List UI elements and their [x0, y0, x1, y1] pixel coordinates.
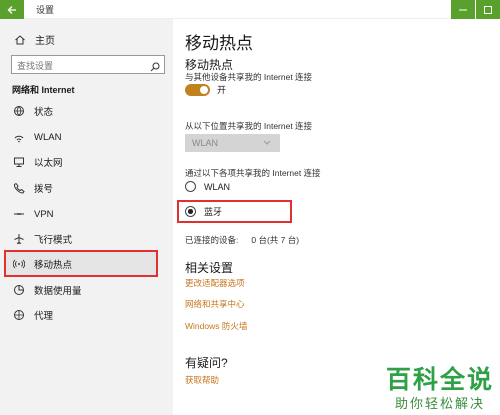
- sidebar-item-label: VPN: [34, 208, 54, 220]
- phone-icon: [12, 181, 26, 195]
- share-from-label: 从以下位置共享我的 Internet 连接: [185, 121, 313, 131]
- link-adapter-options[interactable]: 更改适配器选项: [185, 277, 245, 289]
- hotspot-toggle-row: 开: [185, 83, 226, 96]
- sidebar-item-dialup[interactable]: 拨号: [5, 176, 157, 200]
- watermark: 百科全说 助你轻松解决: [385, 365, 494, 412]
- radio-bluetooth[interactable]: 蓝牙: [185, 205, 222, 218]
- link-network-sharing-center[interactable]: 网络和共享中心: [185, 298, 245, 310]
- sidebar-home[interactable]: 主页: [14, 32, 55, 47]
- sidebar-item-label: 拨号: [34, 184, 54, 195]
- sidebar-item-airplane[interactable]: 飞行模式: [5, 227, 157, 251]
- title-bar: 设置: [0, 0, 500, 19]
- sidebar-item-label: 状态: [34, 107, 54, 118]
- radio-label: 蓝牙: [204, 207, 223, 217]
- window-controls: [450, 0, 500, 19]
- sidebar-item-label: 数据使用量: [34, 286, 82, 297]
- chevron-down-icon: [263, 140, 271, 145]
- dropdown-value: WLAN: [192, 138, 219, 148]
- sidebar-item-label: WLAN: [34, 131, 62, 143]
- home-label: 主页: [35, 36, 55, 47]
- sidebar-item-proxy[interactable]: 代理: [5, 303, 157, 327]
- sidebar-item-status[interactable]: 状态: [5, 99, 157, 123]
- question-title: 有疑问?: [185, 356, 228, 370]
- sidebar-item-label: 移动热点: [34, 259, 73, 271]
- airplane-icon: [12, 232, 26, 246]
- toggle-state-label: 开: [217, 85, 227, 95]
- radio-label: WLAN: [204, 181, 231, 192]
- sidebar-item-ethernet[interactable]: 以太网: [5, 150, 157, 174]
- radio-button[interactable]: [185, 181, 196, 192]
- connected-count: 0 台(共 7 台): [251, 235, 300, 245]
- sidebar-item-label: 以太网: [34, 158, 63, 169]
- ethernet-icon: [12, 155, 26, 169]
- watermark-title: 百科全说: [385, 365, 494, 394]
- maximize-button[interactable]: [476, 0, 500, 19]
- connected-devices: 已连接的设备: 0 台(共 7 台): [185, 234, 299, 246]
- link-get-help[interactable]: 获取帮助: [185, 374, 219, 386]
- search-input[interactable]: [12, 57, 140, 75]
- back-arrow-icon: [7, 5, 16, 14]
- maximize-icon: [484, 5, 492, 14]
- search-icon[interactable]: [150, 59, 160, 77]
- connected-label: 已连接的设备:: [185, 235, 239, 245]
- link-windows-firewall[interactable]: Windows 防火墙: [185, 320, 247, 332]
- hotspot-toggle[interactable]: [185, 83, 210, 96]
- share-to-label: 通过以下各项共享我的 Internet 连接: [185, 168, 321, 178]
- minimize-button[interactable]: [451, 0, 475, 19]
- sidebar-item-label: 代理: [34, 311, 54, 322]
- sidebar-item-wlan[interactable]: WLAN: [5, 125, 157, 149]
- window-title: 设置: [36, 5, 55, 15]
- radio-button-checked[interactable]: [185, 206, 196, 217]
- sidebar-item-vpn[interactable]: VPN: [5, 202, 157, 226]
- proxy-icon: [12, 308, 26, 322]
- minimize-icon: [459, 9, 467, 10]
- toggle-description: 与其他设备共享我的 Internet 连接: [185, 72, 313, 82]
- search-box[interactable]: [11, 55, 165, 77]
- globe-icon: [12, 104, 26, 118]
- home-icon: [15, 34, 25, 44]
- toggle-knob: [200, 85, 208, 94]
- back-button[interactable]: [0, 0, 24, 19]
- sidebar-item-label: 飞行模式: [34, 235, 73, 246]
- main-panel: 移动热点 移动热点 与其他设备共享我的 Internet 连接 开 从以下位置共…: [173, 19, 500, 415]
- page-title: 移动热点: [185, 34, 253, 53]
- radio-wlan[interactable]: WLAN: [185, 181, 230, 192]
- share-from-dropdown[interactable]: WLAN: [185, 134, 280, 152]
- vpn-icon: [12, 207, 26, 221]
- wifi-icon: [12, 130, 26, 144]
- sidebar-item-hotspot[interactable]: 移动热点: [4, 250, 158, 277]
- hotspot-icon: [12, 257, 26, 271]
- data-usage-icon: [12, 283, 26, 297]
- related-settings-title: 相关设置: [185, 261, 234, 275]
- sidebar-item-data-usage[interactable]: 数据使用量: [5, 278, 157, 302]
- watermark-subtitle: 助你轻松解决: [394, 396, 485, 411]
- sidebar: 主页 网络和 Internet 状态 WLAN 以太网 拨号 VPN 飞行模式 …: [0, 19, 173, 415]
- section-title: 网络和 Internet: [12, 85, 75, 95]
